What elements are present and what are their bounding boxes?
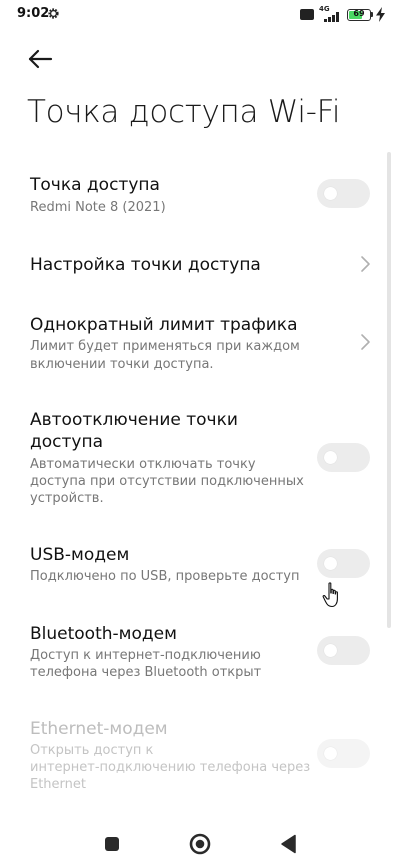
setting-subtitle: Подключено по USB, проверьте доступ	[30, 569, 300, 584]
setting-data-limit[interactable]: Однократный лимит трафика Лимит будет пр…	[0, 310, 386, 382]
toggle-knob	[324, 644, 337, 657]
sim-icon	[300, 9, 314, 20]
gear-icon	[48, 8, 59, 19]
setting-subtitle-line: Доступ к интернет-подключению	[30, 648, 261, 663]
toggle-knob	[324, 187, 337, 200]
status-time: 9:02	[17, 6, 50, 21]
setting-hotspot[interactable]: Точка доступа Redmi Note 8 (2021)	[0, 170, 386, 230]
arrow-left-icon	[28, 49, 53, 69]
setting-title: Настройка точки доступа	[30, 255, 261, 275]
usb-tethering-toggle[interactable]	[317, 549, 370, 578]
screen: 9:02 4G 69 Точка доступа Wi-Fi Точка дос…	[0, 0, 400, 867]
chevron-right-icon	[361, 256, 370, 272]
hotspot-toggle[interactable]	[317, 179, 370, 208]
setting-auto-off[interactable]: Автоотключение точки доступа Автоматичес…	[0, 405, 386, 513]
setting-title: Bluetooth-модем	[30, 624, 177, 644]
toggle-knob	[324, 557, 337, 570]
setting-subtitle: Redmi Note 8 (2021)	[30, 200, 166, 215]
chevron-right-icon	[361, 334, 370, 350]
setting-subtitle-line: Лимит будет применяться при каждом	[30, 339, 300, 354]
setting-title: Точка доступа	[30, 175, 160, 195]
setting-title: Однократный лимит трафика	[30, 315, 298, 335]
auto-off-toggle[interactable]	[317, 443, 370, 472]
setting-title: Ethernet-модем	[30, 719, 168, 739]
setting-usb-tethering[interactable]: USB-модем Подключено по USB, проверьте д…	[0, 540, 386, 590]
setting-subtitle-line: доступа при отсутствии подключенных	[30, 474, 304, 489]
setting-subtitle-line: интернет-подключению телефона через	[30, 760, 311, 775]
setting-title-line: Автоотключение точки	[30, 410, 238, 430]
system-nav-bar	[0, 822, 400, 867]
bluetooth-tethering-toggle[interactable]	[317, 636, 370, 665]
battery-level: 69	[353, 9, 365, 18]
home-circle-icon[interactable]	[189, 833, 211, 855]
back-triangle-icon[interactable]	[280, 834, 296, 854]
setting-subtitle-line: Ethernet	[30, 777, 86, 792]
battery-icon: 69	[347, 9, 371, 21]
battery-tip	[371, 12, 373, 17]
setting-title-line: доступа	[30, 432, 103, 452]
setting-subtitle-line: Открыть доступ к	[30, 743, 154, 758]
signal-icon	[318, 10, 342, 22]
scrollbar[interactable]	[387, 152, 391, 628]
back-button[interactable]	[22, 42, 58, 76]
toggle-knob	[324, 747, 337, 760]
setting-subtitle-line: Автоматически отключать точку	[30, 457, 256, 472]
setting-subtitle-line: включении точки доступа.	[30, 357, 214, 372]
toggle-knob	[324, 451, 337, 464]
recents-square-icon[interactable]	[105, 837, 119, 851]
setting-bluetooth-tethering[interactable]: Bluetooth-модем Доступ к интернет-подклю…	[0, 619, 386, 681]
charging-bolt-icon	[376, 7, 385, 22]
setting-subtitle-line: телефона через Bluetooth открыт	[30, 665, 262, 680]
page-title: Точка доступа Wi-Fi	[27, 94, 341, 130]
setting-ethernet-tethering: Ethernet-модем Открыть доступ к интернет…	[0, 714, 386, 796]
setting-hotspot-setup[interactable]: Настройка точки доступа	[0, 250, 386, 284]
setting-title: USB-модем	[30, 545, 130, 565]
setting-subtitle-line: устройств.	[30, 491, 104, 506]
ethernet-tethering-toggle	[317, 739, 370, 768]
status-bar: 9:02 4G 69	[0, 0, 400, 30]
